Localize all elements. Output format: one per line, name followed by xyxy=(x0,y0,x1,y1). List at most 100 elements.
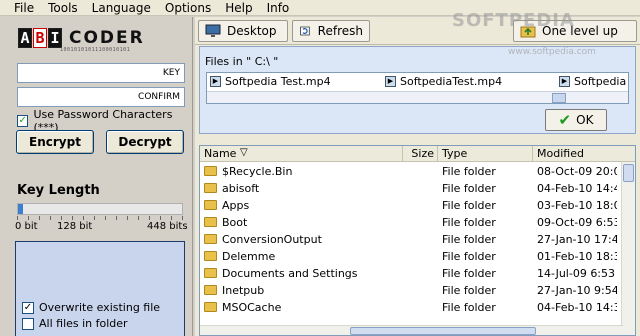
all-files-checkbox[interactable]: All files in folder xyxy=(22,317,128,330)
file-name: $Recycle.Bin xyxy=(204,163,402,180)
folder-icon xyxy=(204,217,217,227)
files-list-scrollbar[interactable] xyxy=(207,91,628,103)
checkmark-icon: ✔ xyxy=(558,111,572,129)
scroll-thumb[interactable] xyxy=(552,93,566,103)
file-type: File folder xyxy=(442,165,496,178)
key-label: KEY xyxy=(162,68,180,78)
file-type: File folder xyxy=(442,233,496,246)
logo-binary: 10010101011100010101 xyxy=(60,47,131,53)
folder-icon xyxy=(204,166,217,176)
file-name: Inetpub xyxy=(204,282,402,299)
scroll-thumb[interactable] xyxy=(350,327,536,335)
refresh-button[interactable]: Refresh xyxy=(292,20,370,42)
folder-icon xyxy=(204,234,217,244)
files-in-label: Files in " C:\ " xyxy=(205,55,279,68)
file-list-horizontal-scrollbar[interactable] xyxy=(200,325,623,335)
desktop-button[interactable]: Desktop xyxy=(198,20,288,42)
file-row[interactable]: abisoft File folder 04-Feb-10 14:41 xyxy=(200,180,620,197)
ok-label: OK xyxy=(576,113,594,127)
folder-icon xyxy=(204,200,217,210)
toolbar: Desktop Refresh One level up xyxy=(195,17,640,45)
file-row[interactable]: Apps File folder 03-Feb-10 18:05 xyxy=(200,197,620,214)
key-length-slider[interactable] xyxy=(17,203,183,215)
file-modified: 03-Feb-10 18:05 xyxy=(537,199,617,212)
file-modified: 27-Jan-10 9:54 xyxy=(537,284,617,297)
file-row[interactable]: Delemme File folder 01-Feb-10 18:32 xyxy=(200,248,620,265)
checkbox-checked-icon: ✓ xyxy=(22,301,34,314)
menu-help[interactable]: Help xyxy=(218,0,259,16)
selected-files-box: Files in " C:\ " ▶ Softpedia Test.mp4 ▶ So… xyxy=(199,46,636,134)
file-name: Apps xyxy=(204,197,402,214)
column-header-size[interactable]: Size xyxy=(403,146,438,162)
file-row[interactable]: Documents and Settings File folder 14-Jul-… xyxy=(200,265,620,282)
file-name: ConversionOutput xyxy=(204,231,402,248)
logo-letter-a: A xyxy=(18,28,32,48)
video-file-icon: ▶ xyxy=(385,76,396,87)
sort-arrow-icon: ▽ xyxy=(240,147,248,158)
column-header-modified[interactable]: Modified xyxy=(533,146,635,162)
file-modified: 14-Jul-09 6:53 xyxy=(537,267,616,280)
checkbox-empty-icon xyxy=(22,317,34,330)
selected-file-item[interactable]: ▶ Softpedia Test.mp4 xyxy=(210,75,331,88)
file-row[interactable]: ConversionOutput File folder 27-Jan-10 17:… xyxy=(200,231,620,248)
slider-ticks xyxy=(17,216,183,220)
desktop-icon xyxy=(205,24,221,37)
left-panel: A B I CODER 10010101011100010101 KEY CON… xyxy=(0,17,193,336)
decrypt-button[interactable]: Decrypt xyxy=(106,130,184,154)
overwrite-checkbox[interactable]: ✓ Overwrite existing file xyxy=(22,301,160,314)
logo-word: CODER xyxy=(69,28,145,48)
scroll-thumb[interactable] xyxy=(623,164,634,182)
menu-bar: File Tools Language Options Help Info xyxy=(0,0,640,16)
file-row[interactable]: MSOCache File folder 04-Feb-10 14:35 xyxy=(200,299,620,316)
folder-up-icon xyxy=(520,26,536,38)
file-row[interactable]: $Recycle.Bin File folder 08-Oct-09 20:01 xyxy=(200,163,620,180)
column-header-type[interactable]: Type xyxy=(438,146,533,162)
encrypt-button[interactable]: Encrypt xyxy=(16,130,94,154)
file-row[interactable]: Inetpub File folder 27-Jan-10 9:54 xyxy=(200,282,620,299)
options-panel: ✓ Overwrite existing file All files in f… xyxy=(15,241,185,336)
file-modified: 08-Oct-09 20:01 xyxy=(537,165,617,178)
file-modified: 04-Feb-10 14:35 xyxy=(537,301,617,314)
key-length-mid-label: 128 bit xyxy=(57,221,93,232)
menu-language[interactable]: Language xyxy=(85,0,158,16)
file-modified: 09-Oct-09 6:53 xyxy=(537,216,617,229)
menu-file[interactable]: File xyxy=(0,0,41,16)
file-type: File folder xyxy=(442,301,496,314)
file-list-header: Name ▽ Size Type Modified xyxy=(200,146,635,162)
file-list-vertical-scrollbar[interactable] xyxy=(621,162,635,335)
file-type: File folder xyxy=(442,199,496,212)
logo-letter-i: I xyxy=(48,28,62,48)
refresh-icon xyxy=(300,26,310,36)
file-list: Name ▽ Size Type Modified $Recycle.Bin Fi… xyxy=(199,145,636,336)
up-level-button[interactable]: One level up xyxy=(513,20,637,42)
menu-info[interactable]: Info xyxy=(260,0,297,16)
confirm-input[interactable]: CONFIRM xyxy=(17,87,185,107)
selected-file-item[interactable]: ▶ Softpedia xyxy=(559,75,626,88)
logo-letter-b: B xyxy=(33,28,47,48)
menu-tools[interactable]: Tools xyxy=(41,0,85,16)
desktop-label: Desktop xyxy=(227,24,277,38)
folder-icon xyxy=(204,251,217,261)
ok-button[interactable]: ✔ OK xyxy=(545,109,607,131)
folder-icon xyxy=(204,302,217,312)
right-panel: Desktop Refresh One level up Files in " … xyxy=(195,17,640,336)
file-modified: 27-Jan-10 17:43 xyxy=(537,233,617,246)
file-name: Documents and Settings xyxy=(204,265,402,282)
all-files-label: All files in folder xyxy=(39,317,128,330)
key-input[interactable]: KEY xyxy=(17,63,185,83)
column-header-name[interactable]: Name ▽ xyxy=(200,146,403,162)
file-type: File folder xyxy=(442,250,496,263)
selected-files-list[interactable]: ▶ Softpedia Test.mp4 ▶ SoftpediaTest.mp4 ▶… xyxy=(206,72,629,104)
key-length-max-label: 448 bits xyxy=(147,221,188,232)
file-modified: 04-Feb-10 14:41 xyxy=(537,182,617,195)
folder-icon xyxy=(204,285,217,295)
file-name: abisoft xyxy=(204,180,402,197)
file-name: Boot xyxy=(204,214,402,231)
file-row[interactable]: Boot File folder 09-Oct-09 6:53 xyxy=(200,214,620,231)
file-type: File folder xyxy=(442,267,496,280)
menu-options[interactable]: Options xyxy=(158,0,218,16)
file-type: File folder xyxy=(442,284,496,297)
folder-icon xyxy=(204,268,217,278)
selected-file-item[interactable]: ▶ SoftpediaTest.mp4 xyxy=(385,75,502,88)
file-type: File folder xyxy=(442,182,496,195)
